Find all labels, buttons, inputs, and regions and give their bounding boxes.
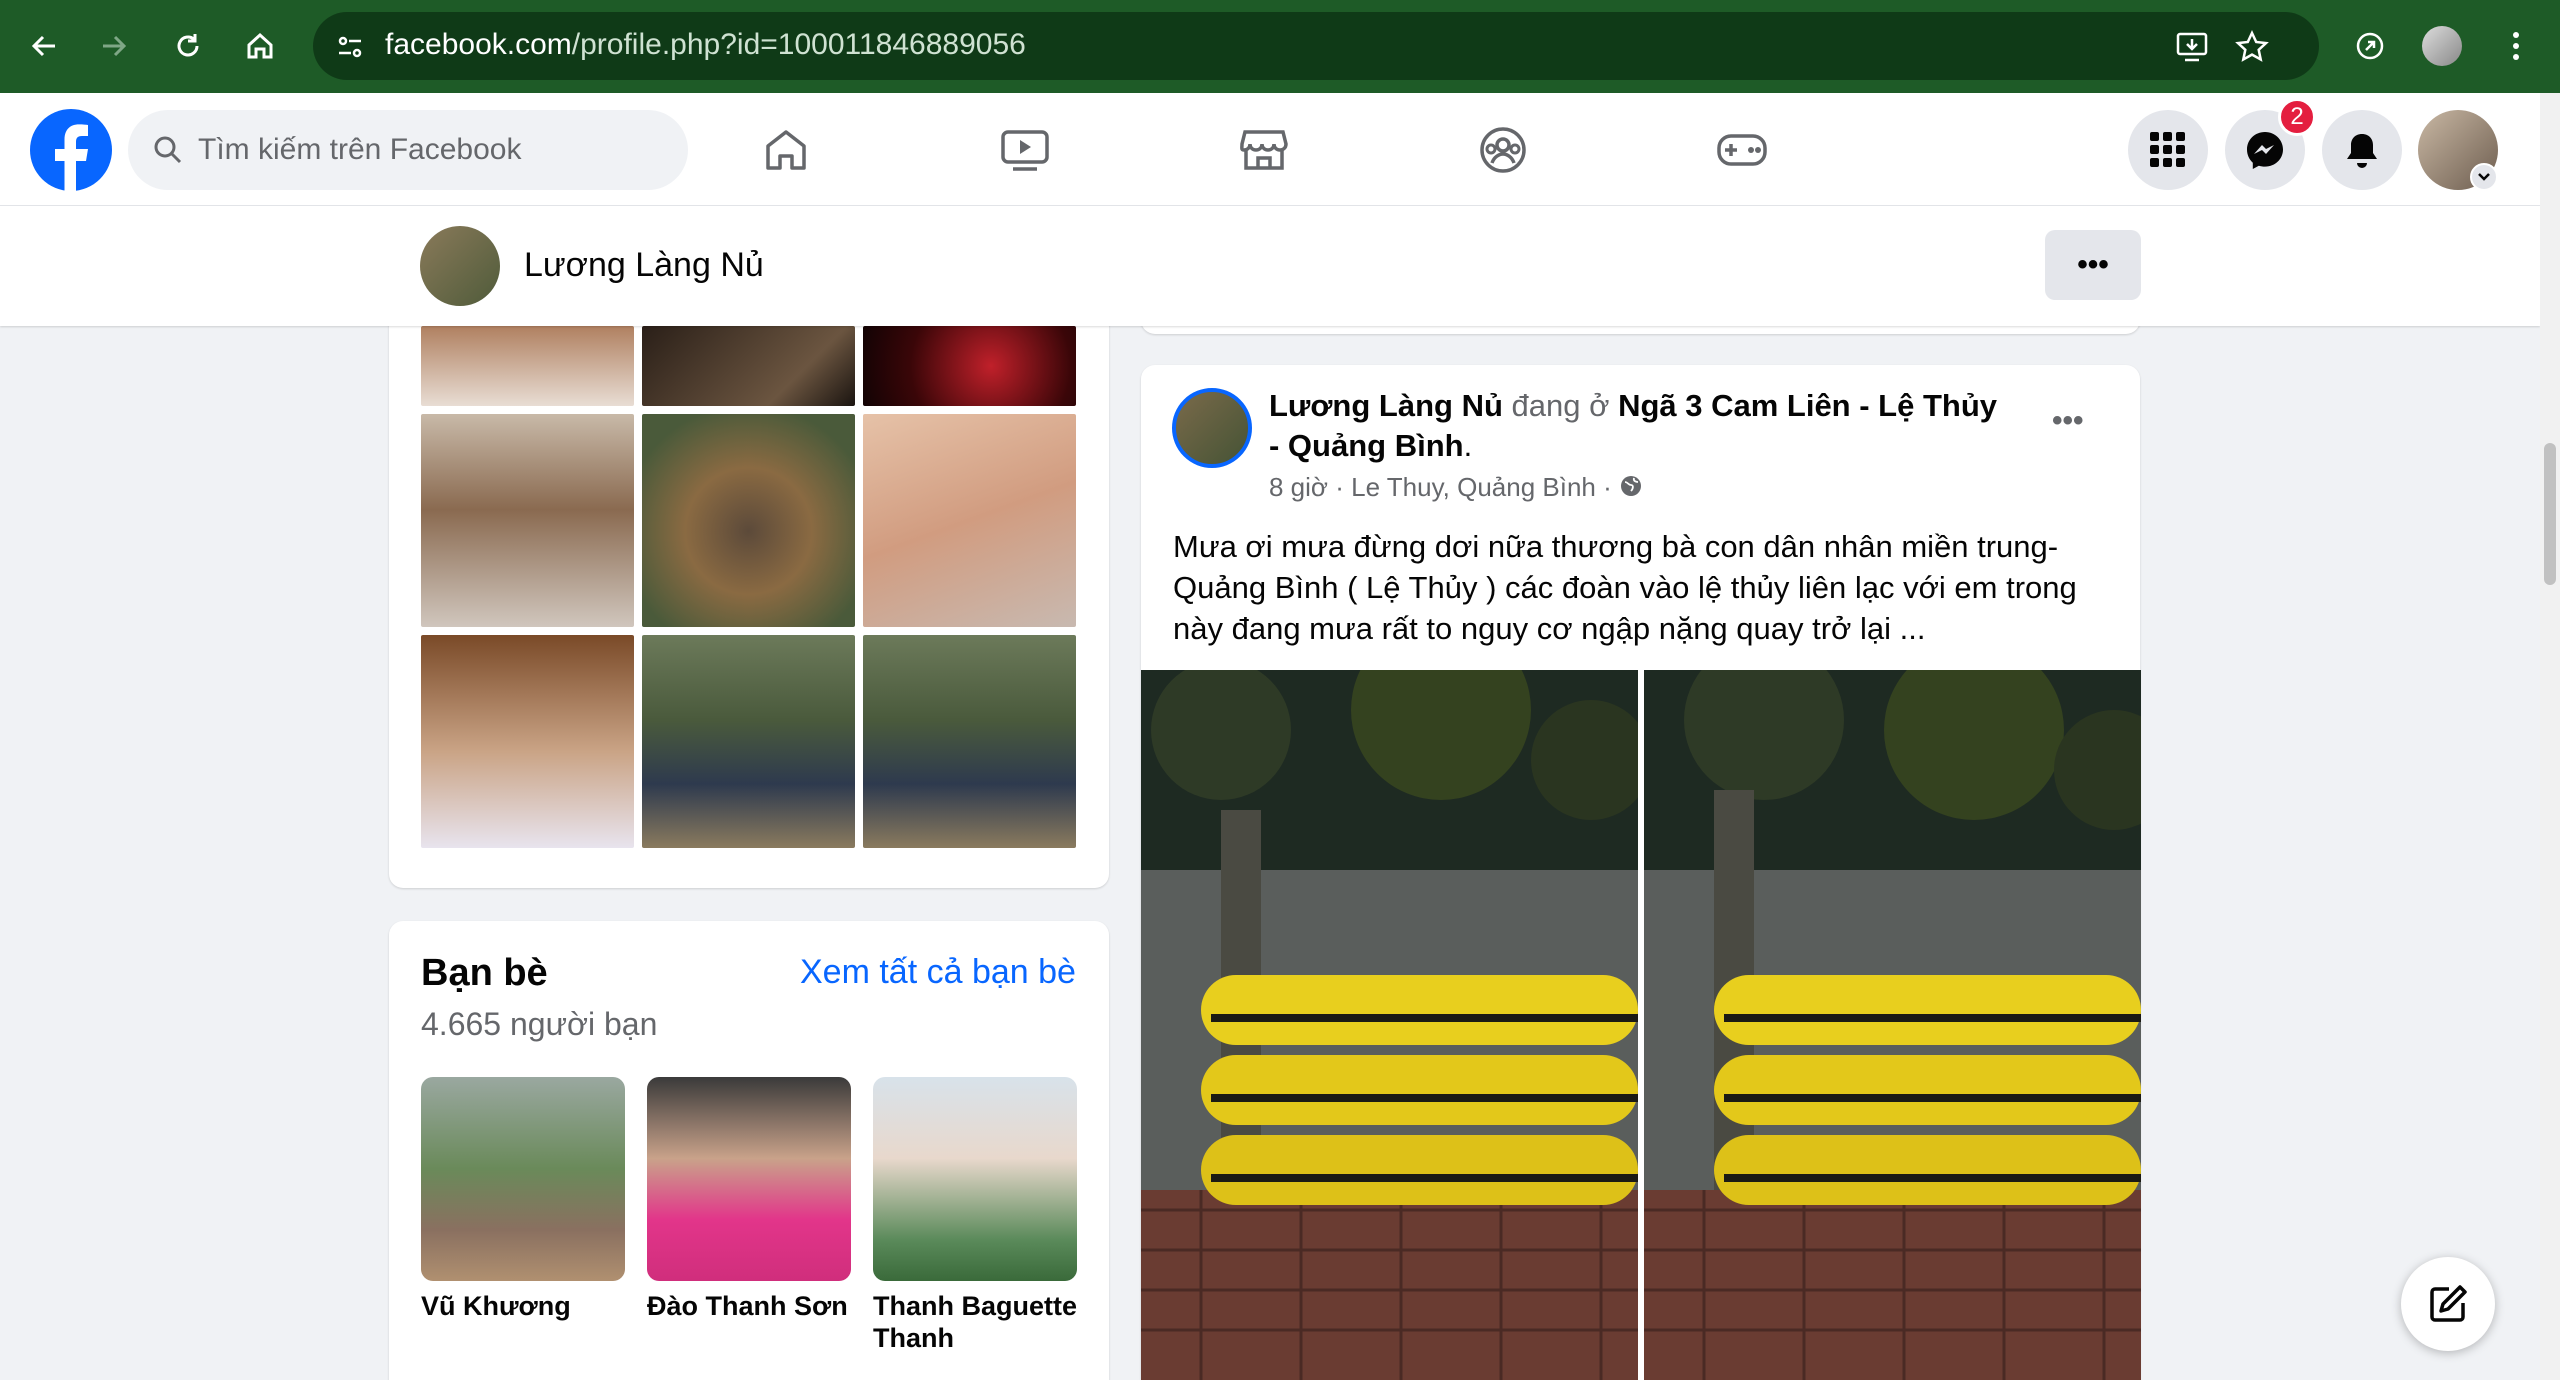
post-at-text: đang ở	[1511, 388, 1610, 423]
photo-thumbnail[interactable]	[642, 635, 855, 848]
post-header-end: .	[1463, 428, 1473, 463]
nav-marketplace-icon[interactable]	[1225, 111, 1303, 189]
nav-video-icon[interactable]	[986, 111, 1064, 189]
photo-thumbnail[interactable]	[642, 326, 855, 406]
profile-name[interactable]: Lương Làng Nủ	[524, 246, 764, 285]
friends-count: 4.665 người bạn	[421, 1006, 658, 1042]
browser-toolbar: facebook.com/profile.php?id=100011846889…	[0, 0, 2560, 93]
post-time[interactable]: 8 giờ	[1269, 472, 1328, 502]
menu-grid-icon[interactable]	[2128, 110, 2208, 190]
meta-separator: ·	[1335, 472, 1344, 502]
facebook-logo-icon[interactable]	[30, 109, 112, 191]
friend-name[interactable]: Đào Thanh Sơn	[647, 1290, 861, 1322]
post-location[interactable]: Le Thuy, Quảng Bình	[1351, 472, 1596, 502]
post-author-name[interactable]: Lương Làng Nủ	[1269, 388, 1503, 423]
search-box[interactable]	[128, 110, 688, 190]
photo-thumbnail[interactable]	[421, 414, 634, 627]
nav-home-icon[interactable]	[747, 111, 825, 189]
page-scrollbar[interactable]	[2540, 93, 2560, 1380]
profile-sticky-header: Lương Làng Nủ •••	[0, 206, 2540, 326]
friend-photo[interactable]	[647, 1077, 851, 1281]
reload-icon[interactable]	[164, 22, 212, 70]
browser-profile-avatar[interactable]	[2418, 22, 2466, 70]
post-photo[interactable]	[1141, 670, 1638, 1380]
friends-title: Bạn bè	[421, 952, 548, 994]
site-info-icon[interactable]	[335, 32, 365, 67]
photo-thumbnail[interactable]	[863, 414, 1076, 627]
new-message-button[interactable]	[2401, 1257, 2495, 1351]
photo-thumbnail[interactable]	[863, 326, 1076, 406]
friend-name[interactable]: Vũ Khương	[421, 1290, 635, 1322]
messenger-badge: 2	[2278, 98, 2316, 136]
address-bar[interactable]: facebook.com/profile.php?id=100011846889…	[313, 12, 2319, 80]
browser-menu-icon[interactable]	[2492, 22, 2540, 70]
friend-photo[interactable]	[421, 1077, 625, 1281]
friend-photo[interactable]	[873, 1077, 1077, 1281]
search-icon	[152, 134, 184, 171]
scrollbar-thumb[interactable]	[2544, 443, 2556, 585]
facebook-navbar: 2	[0, 93, 2540, 206]
post-meta: 8 giờ · Le Thuy, Quảng Bình ·	[1269, 472, 1643, 505]
post-text: Mưa ơi mưa đừng dơi nữa thương bà con dâ…	[1173, 529, 2077, 646]
see-all-friends-link[interactable]: Xem tất cả bạn bè	[800, 953, 1076, 992]
post-photo[interactable]	[1644, 670, 2141, 1380]
extension-icon[interactable]	[2346, 22, 2394, 70]
back-icon[interactable]	[20, 22, 68, 70]
photo-thumbnail[interactable]	[421, 635, 634, 848]
forward-icon[interactable]	[90, 22, 138, 70]
post-options-button[interactable]: •••	[2052, 404, 2084, 438]
search-input[interactable]	[198, 110, 678, 190]
home-icon[interactable]	[236, 22, 284, 70]
install-app-icon[interactable]	[2175, 30, 2209, 69]
meta-separator: ·	[1603, 472, 1612, 502]
compose-icon	[2430, 1285, 2467, 1322]
friend-name[interactable]: Thanh Baguette Thanh	[873, 1290, 1087, 1354]
nav-groups-icon[interactable]	[1464, 111, 1542, 189]
post-author-avatar[interactable]	[1172, 388, 1252, 468]
bookmark-star-icon[interactable]	[2235, 30, 2269, 69]
profile-more-button[interactable]: •••	[2045, 230, 2141, 300]
globe-icon	[1619, 474, 1643, 505]
post-header: Lương Làng Nủ đang ở Ngã 3 Cam Liên - Lệ…	[1269, 386, 2009, 466]
photo-thumbnail[interactable]	[421, 326, 634, 406]
photo-thumbnail[interactable]	[642, 414, 855, 627]
chevron-down-icon[interactable]	[2470, 163, 2498, 191]
nav-gaming-icon[interactable]	[1703, 111, 1781, 189]
photo-thumbnail[interactable]	[863, 635, 1076, 848]
url-text: facebook.com/profile.php?id=100011846889…	[385, 28, 1026, 61]
notifications-bell-icon[interactable]	[2322, 110, 2402, 190]
profile-avatar[interactable]	[420, 226, 500, 306]
